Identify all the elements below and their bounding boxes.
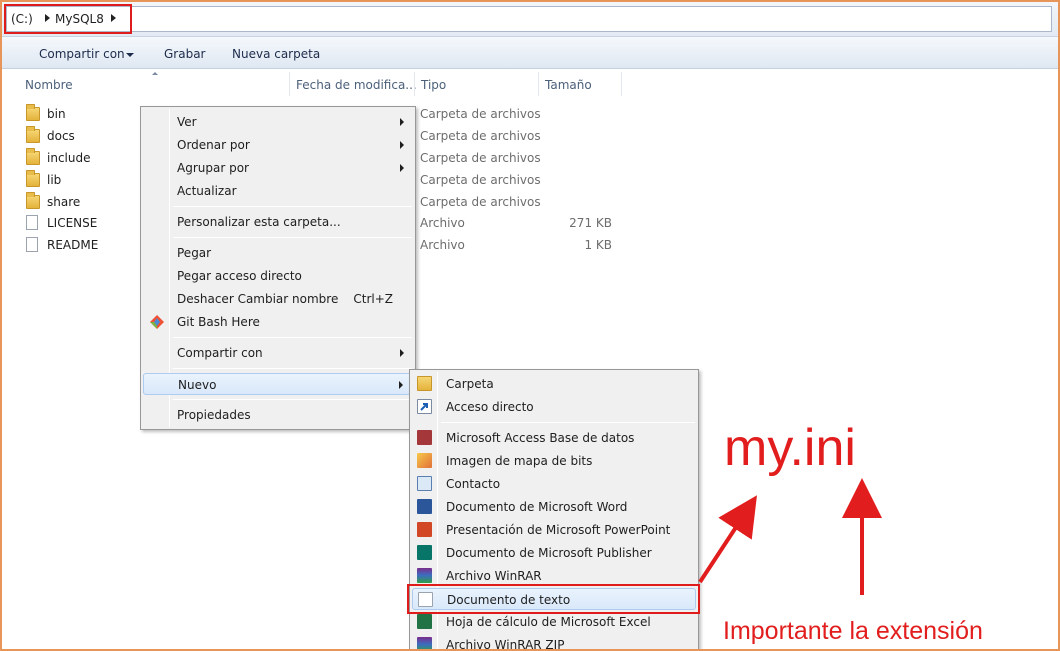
image-border xyxy=(0,0,1060,651)
